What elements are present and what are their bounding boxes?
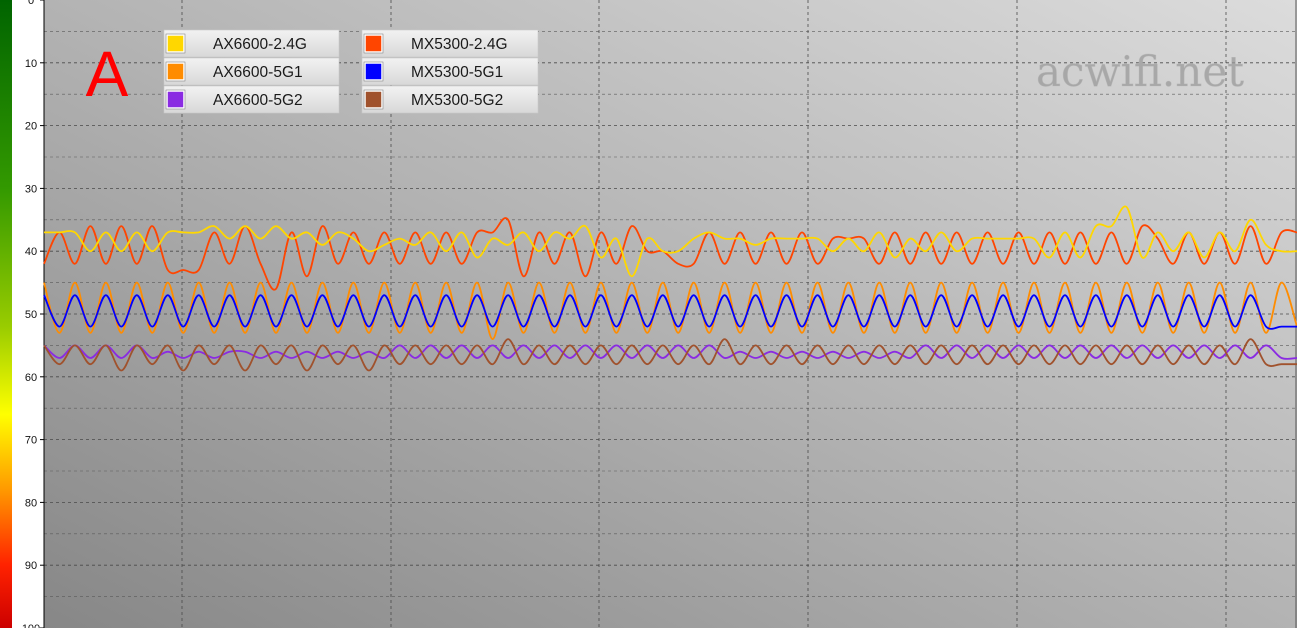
legend-swatch bbox=[166, 62, 185, 81]
panel-label: A bbox=[86, 38, 129, 110]
legend-item-mx5300-2-4g: MX5300-2.4G bbox=[361, 29, 539, 58]
legend-label: AX6600-5G1 bbox=[213, 64, 303, 81]
legend-item-ax6600-5g1: AX6600-5G1 bbox=[163, 57, 340, 86]
signal-chart: 0 10 20 30 40 50 60 70 80 90 100 acwifi.net A AX66… bbox=[0, 0, 1297, 628]
y-tick-label: 0 bbox=[28, 0, 34, 7]
y-tick-label: 50 bbox=[25, 309, 37, 321]
signal-color-scale bbox=[0, 0, 12, 628]
legend-item-ax6600-5g2: AX6600-5G2 bbox=[163, 85, 340, 114]
legend-item-mx5300-5g2: MX5300-5G2 bbox=[361, 85, 539, 114]
legend-label: MX5300-5G1 bbox=[411, 64, 503, 81]
watermark: acwifi.net bbox=[1036, 47, 1244, 96]
legend-label: AX6600-5G2 bbox=[213, 92, 303, 109]
y-tick-label: 10 bbox=[25, 58, 37, 70]
legend-item-ax6600-2-4g: AX6600-2.4G bbox=[163, 29, 340, 58]
y-tick-label: 70 bbox=[25, 435, 37, 447]
legend-swatch bbox=[364, 62, 383, 81]
y-tick-label: 30 bbox=[25, 183, 37, 195]
y-tick-label: 100 bbox=[22, 623, 40, 628]
legend-swatch bbox=[364, 90, 383, 109]
legend-swatch bbox=[166, 34, 185, 53]
legend-label: MX5300-5G2 bbox=[411, 92, 503, 109]
legend-swatch bbox=[166, 90, 185, 109]
y-tick-label: 20 bbox=[25, 121, 37, 133]
y-tick-label: 90 bbox=[25, 560, 37, 572]
y-tick-label: 40 bbox=[25, 246, 37, 258]
legend-label: AX6600-2.4G bbox=[213, 36, 307, 53]
legend-item-mx5300-5g1: MX5300-5G1 bbox=[361, 57, 539, 86]
legend-swatch bbox=[364, 34, 383, 53]
legend-label: MX5300-2.4G bbox=[411, 36, 508, 53]
y-tick-label: 80 bbox=[25, 497, 37, 509]
y-tick-label: 60 bbox=[25, 372, 37, 384]
